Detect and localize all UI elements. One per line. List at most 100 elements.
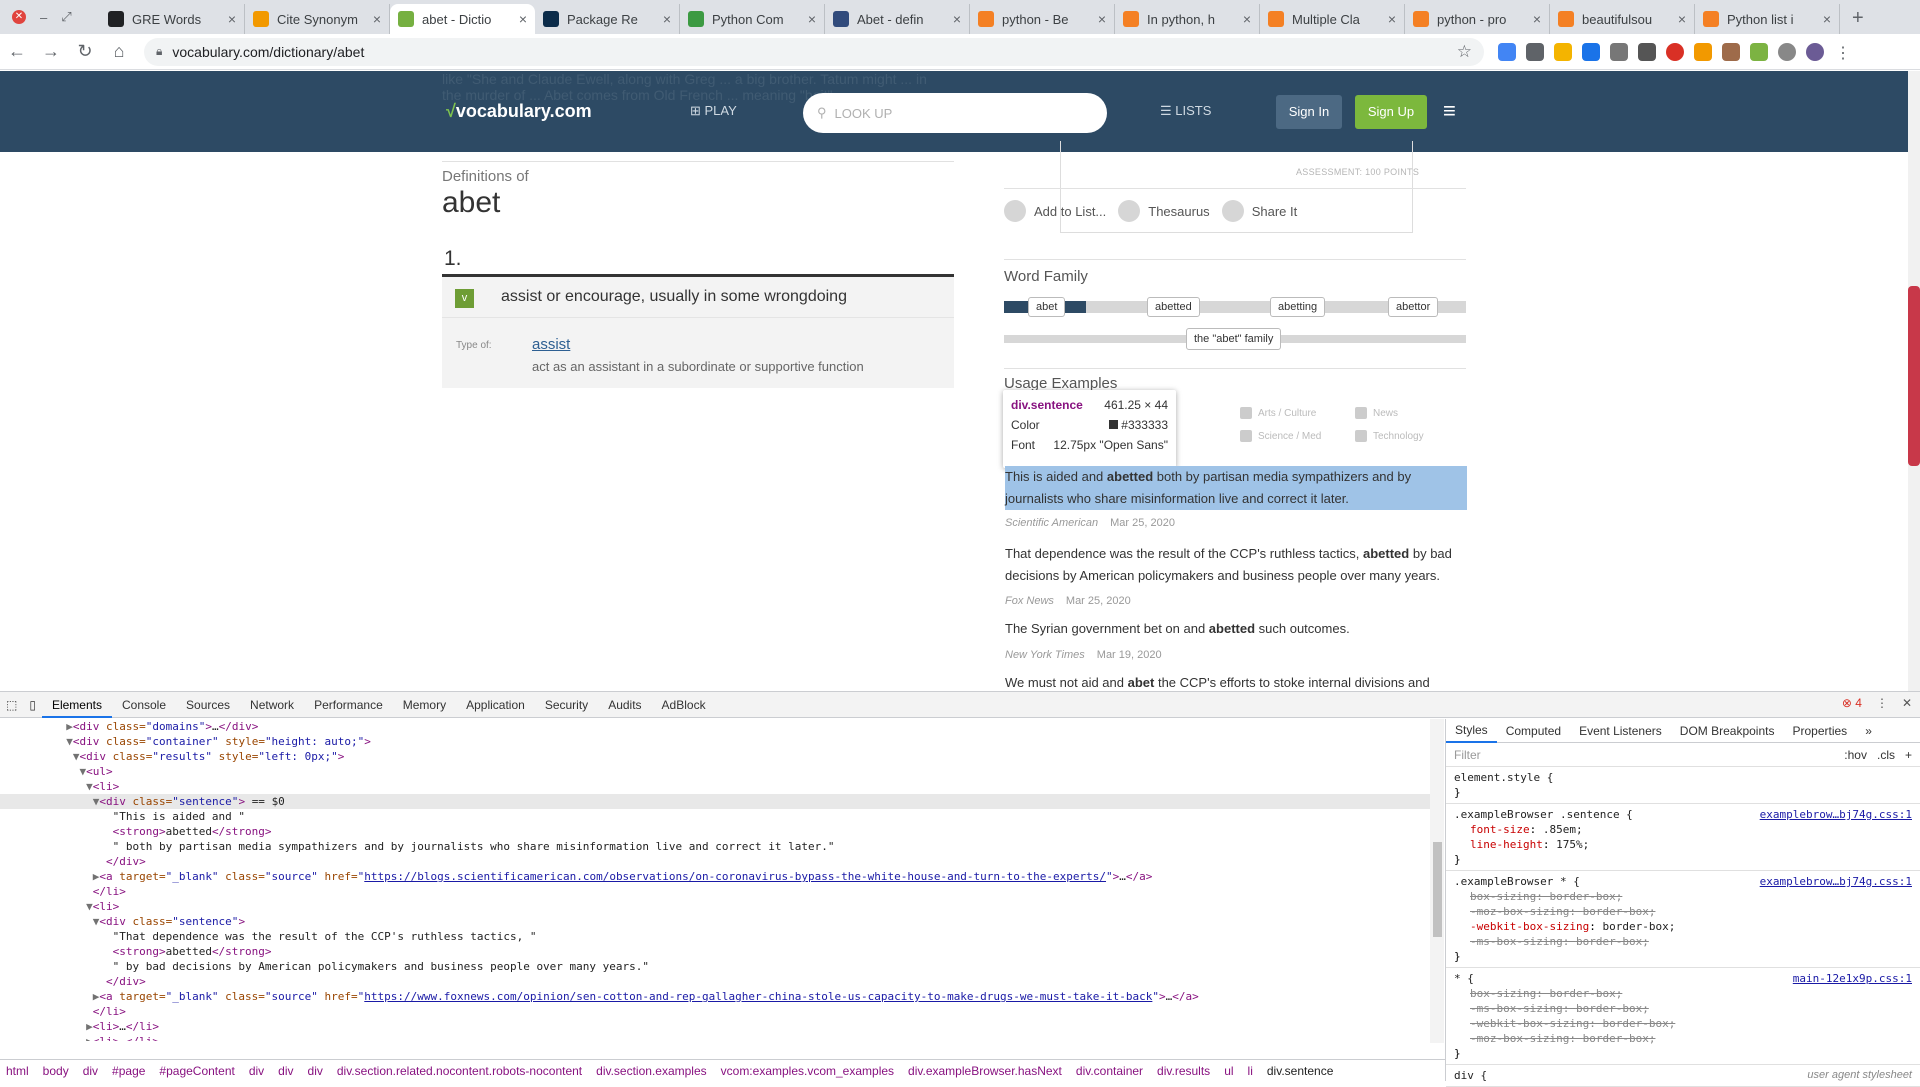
dom-node-line[interactable]: ▼<ul>: [0, 764, 1430, 779]
share-button[interactable]: Share It: [1221, 200, 1297, 222]
css-rule[interactable]: examplebrow…bj74g.css:1 .exampleBrowser .…: [1446, 804, 1920, 871]
breadcrumb-item[interactable]: div.section.examples: [596, 1064, 707, 1078]
family-member-abet[interactable]: abet: [1028, 297, 1066, 317]
dom-node-line[interactable]: </div>: [0, 854, 1430, 869]
url-text[interactable]: vocabulary.com/dictionary/abet: [172, 44, 364, 60]
browser-tab[interactable]: python - Be ×: [970, 4, 1115, 34]
dom-node-line[interactable]: ▶<a target="_blank" class="source" href=…: [0, 869, 1430, 884]
counter-extension-icon[interactable]: [1638, 42, 1656, 61]
pen-extension-icon[interactable]: [1750, 42, 1768, 61]
browser-tab[interactable]: Cite Synonym ×: [245, 4, 390, 34]
category-technology[interactable]: Technology: [1355, 430, 1424, 442]
cls-toggle[interactable]: .cls: [1877, 748, 1895, 762]
tab-close-icon[interactable]: ×: [1098, 11, 1106, 27]
devtools-tab-application[interactable]: Application: [456, 692, 535, 718]
dom-node-line[interactable]: ▼<div class="results" style="left: 0px;"…: [0, 749, 1430, 764]
back-icon[interactable]: ←: [0, 41, 34, 62]
breadcrumb-item[interactable]: #page: [112, 1064, 145, 1078]
styles-tab[interactable]: Computed: [1497, 724, 1570, 738]
dom-node-line[interactable]: ▼<li>: [0, 779, 1430, 794]
family-member-abettor[interactable]: abettor: [1388, 297, 1439, 317]
source-name[interactable]: New York Times: [1005, 649, 1085, 661]
edit-extension-icon[interactable]: [1526, 42, 1544, 61]
styles-tab[interactable]: Event Listeners: [1570, 724, 1671, 738]
tab-close-icon[interactable]: ×: [953, 11, 961, 27]
bookmark-star-icon[interactable]: ☆: [1457, 42, 1472, 62]
css-property[interactable]: -moz-box-sizing: border-box;: [1454, 904, 1912, 919]
dom-node-line[interactable]: " both by partisan media sympathizers an…: [0, 839, 1430, 854]
device-toolbar-icon[interactable]: ▯: [23, 692, 42, 718]
add-rule-icon[interactable]: +: [1905, 748, 1912, 762]
css-rule[interactable]: element.style {}: [1446, 767, 1920, 804]
opera-extension-icon[interactable]: [1666, 42, 1684, 61]
devtools-close-icon[interactable]: ✕: [1902, 696, 1912, 710]
type-of-link[interactable]: assist: [532, 336, 570, 353]
breadcrumb-item[interactable]: html: [6, 1064, 29, 1078]
tab-close-icon[interactable]: ×: [1388, 11, 1396, 27]
dom-node-line[interactable]: </li>: [0, 884, 1430, 899]
devtools-tab-sources[interactable]: Sources: [176, 692, 240, 718]
bucket-extension-icon[interactable]: [1722, 42, 1740, 61]
category-arts-culture[interactable]: Arts / Culture: [1240, 407, 1316, 419]
css-property[interactable]: -webkit-box-sizing: border-box;: [1454, 1016, 1912, 1031]
maximize-window-icon[interactable]: ⤢: [61, 9, 71, 25]
breadcrumb-item[interactable]: li: [1248, 1064, 1253, 1078]
browser-tab[interactable]: Abet - defin ×: [825, 4, 970, 34]
family-member-abetting[interactable]: abetting: [1270, 297, 1326, 317]
breadcrumb-item[interactable]: #pageContent: [159, 1064, 234, 1078]
css-property[interactable]: box-sizing: border-box;: [1454, 986, 1912, 1001]
styles-filter-input[interactable]: Filter :hov .cls +: [1446, 743, 1920, 767]
breadcrumb-item[interactable]: div: [308, 1064, 323, 1078]
breadcrumb-item[interactable]: div: [278, 1064, 293, 1078]
forward-icon[interactable]: →: [34, 41, 68, 62]
dom-node-line[interactable]: ▼<li>: [0, 899, 1430, 914]
css-property[interactable]: -moz-box-sizing: border-box;: [1454, 1031, 1912, 1046]
browser-tab[interactable]: abet - Dictio ×: [390, 4, 535, 34]
tab-close-icon[interactable]: ×: [519, 11, 527, 27]
close-window-icon[interactable]: ✕: [12, 10, 26, 24]
dom-node-line[interactable]: <strong>abetted</strong>: [0, 944, 1430, 959]
reload-icon[interactable]: ↻: [68, 41, 102, 62]
page-scroll-thumb[interactable]: [1908, 286, 1920, 466]
source-name[interactable]: Scientific American: [1005, 517, 1098, 529]
css-property[interactable]: font-size: .85em;: [1454, 822, 1912, 837]
breadcrumb-item[interactable]: ul: [1224, 1064, 1233, 1078]
new-tab-button[interactable]: +: [1840, 4, 1876, 34]
address-bar[interactable]: 🔒︎ vocabulary.com/dictionary/abet ☆: [144, 37, 1484, 66]
rule-source-link[interactable]: user agent stylesheet: [1807, 1068, 1912, 1083]
tab-close-icon[interactable]: ×: [373, 11, 381, 27]
devtools-tab-audits[interactable]: Audits: [598, 692, 651, 718]
styles-tab[interactable]: Styles: [1446, 719, 1497, 743]
minimize-window-icon[interactable]: –: [40, 10, 47, 25]
tab-close-icon[interactable]: ×: [663, 11, 671, 27]
more-tabs-icon[interactable]: »: [1856, 724, 1881, 738]
elements-scroll-thumb[interactable]: [1433, 842, 1442, 937]
dom-node-line[interactable]: ▶<li>…</li>: [0, 1019, 1430, 1034]
breadcrumb-item[interactable]: body: [43, 1064, 69, 1078]
folder-extension-icon[interactable]: [1694, 42, 1712, 61]
hov-toggle[interactable]: :hov: [1844, 748, 1867, 762]
thesaurus-button[interactable]: Thesaurus: [1118, 200, 1210, 222]
breadcrumb-item[interactable]: div.section.related.nocontent.robots-noc…: [337, 1064, 582, 1078]
lists-link[interactable]: ☰ LISTS: [1160, 103, 1211, 119]
play-link[interactable]: ⊞ PLAY: [690, 103, 737, 119]
browser-tab[interactable]: python - pro ×: [1405, 4, 1550, 34]
usage-source-2[interactable]: Fox News Mar 25, 2020: [1005, 595, 1131, 607]
breadcrumb-item[interactable]: div: [249, 1064, 264, 1078]
dom-node-line[interactable]: ▼<div class="container" style="height: a…: [0, 734, 1430, 749]
browser-tab[interactable]: beautifulsou ×: [1550, 4, 1695, 34]
css-rule[interactable]: examplebrow…bj74g.css:1 .exampleBrowser *…: [1446, 871, 1920, 968]
rule-source-link[interactable]: examplebrow…bj74g.css:1: [1760, 874, 1912, 889]
category-science-med[interactable]: Science / Med: [1240, 430, 1321, 442]
dom-node-line[interactable]: ▼<div class="sentence">: [0, 914, 1430, 929]
breadcrumb-item[interactable]: div.sentence: [1267, 1064, 1334, 1078]
browser-tab[interactable]: Python list i ×: [1695, 4, 1840, 34]
devtools-menu-icon[interactable]: ⋮: [1876, 696, 1888, 710]
dom-node-line[interactable]: ▶<div class="domains">…</div>: [0, 719, 1430, 734]
devtools-tab-security[interactable]: Security: [535, 692, 598, 718]
css-rule[interactable]: user agent stylesheet div {: [1446, 1065, 1920, 1087]
dom-node-line[interactable]: ▶<li>…</li>: [0, 1034, 1430, 1041]
tab-close-icon[interactable]: ×: [228, 11, 236, 27]
rule-source-link[interactable]: main-12e1x9p.css:1: [1793, 971, 1912, 986]
dom-node-line[interactable]: ▼<div class="sentence"> == $0: [0, 794, 1430, 809]
